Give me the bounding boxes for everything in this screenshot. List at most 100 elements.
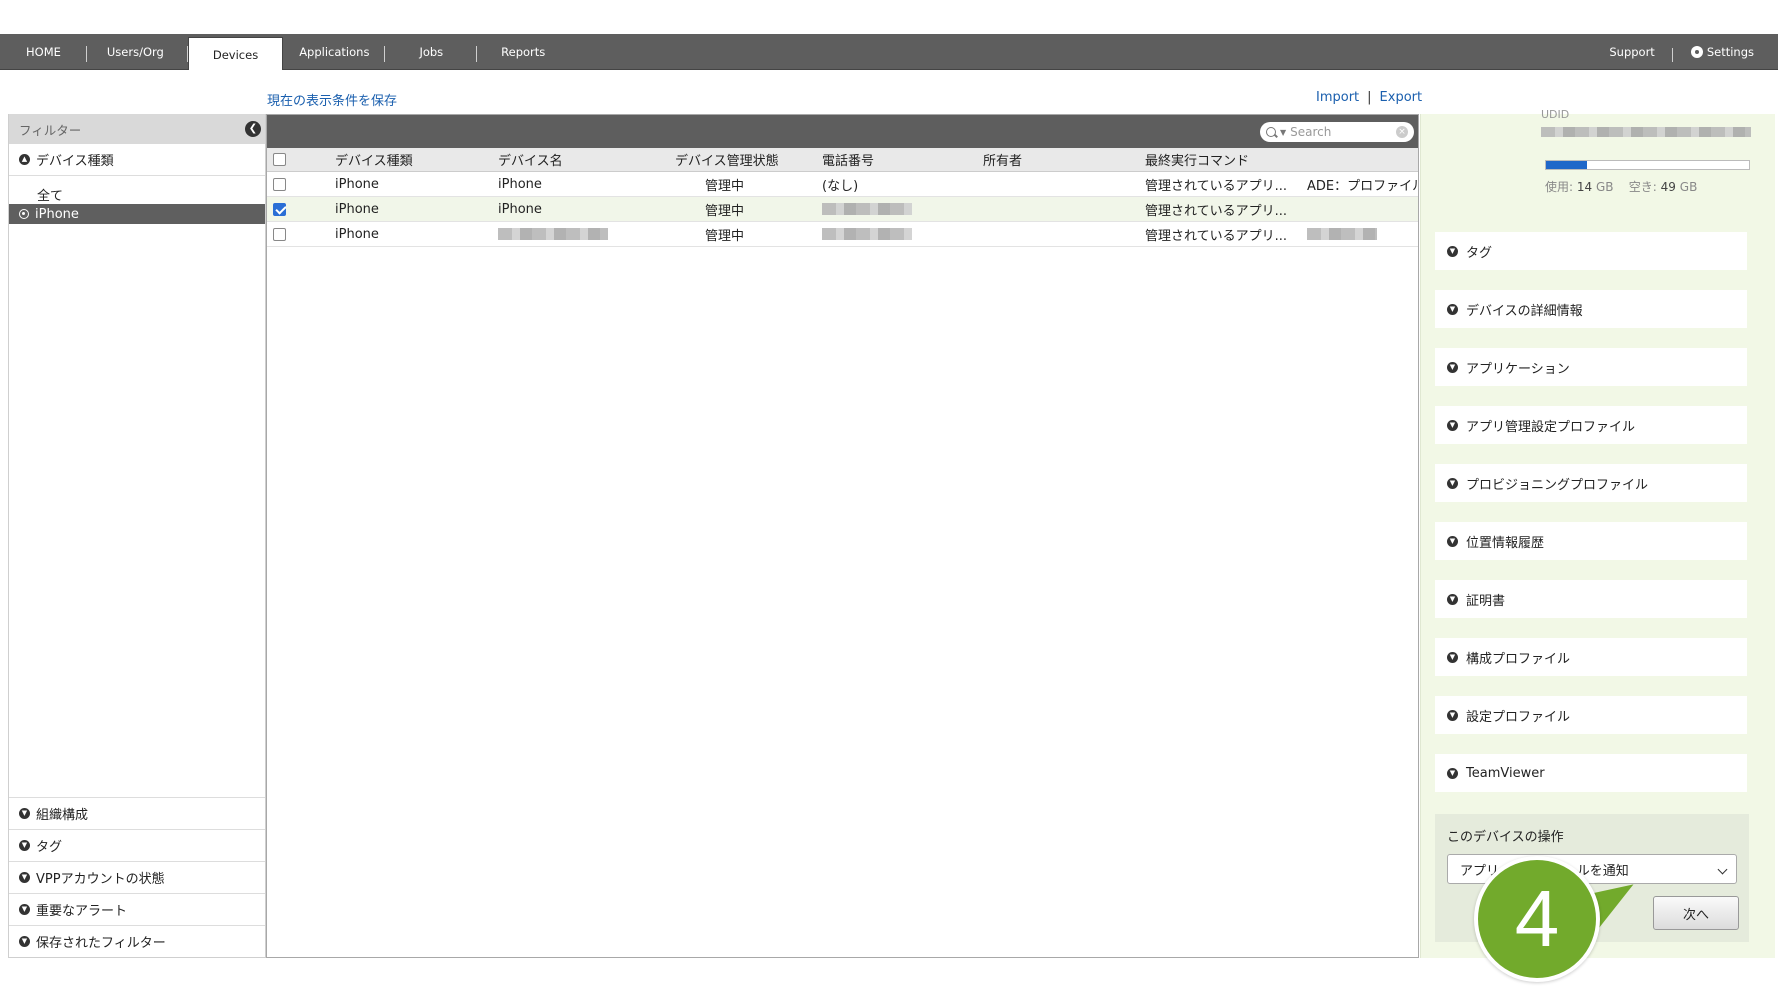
cell-device-name-redacted: [498, 222, 608, 246]
detail-section-label: プロビジョニングプロファイル: [1466, 477, 1649, 493]
tab-users-org[interactable]: Users/Org: [87, 34, 188, 70]
filter-option-iphone[interactable]: iPhone: [9, 204, 265, 224]
cell-last-command: 管理されているアプリ...: [1145, 228, 1288, 244]
detail-section-tag[interactable]: ▼ タグ: [1435, 232, 1747, 270]
import-link[interactable]: Import: [1316, 90, 1359, 105]
cell-device-name: iPhone: [498, 201, 542, 217]
table-row[interactable]: iPhone 管理中 管理されているアプリ...: [267, 222, 1418, 247]
redacted-block: [1307, 228, 1377, 240]
support-link[interactable]: Support: [1591, 45, 1674, 62]
chevron-down-icon: ▼: [1447, 709, 1458, 721]
cell-last-command: 管理されているアプリ...: [1145, 178, 1288, 194]
column-header-management-status[interactable]: デバイス管理状態: [675, 148, 779, 171]
detail-section-label: アプリ管理設定プロファイル: [1466, 419, 1636, 435]
column-header-owner[interactable]: 所有者: [983, 148, 1022, 171]
storage-used-value: 14: [1576, 180, 1593, 194]
storage-free-unit: GB: [1679, 180, 1698, 194]
row-checkbox[interactable]: [273, 172, 286, 196]
column-header-last-command[interactable]: 最終実行コマンド: [1145, 148, 1249, 171]
collapse-sidebar-icon[interactable]: ❮: [245, 121, 261, 137]
top-navigation-bar: HOME Users/Org Devices Applications Jobs…: [0, 34, 1778, 70]
filter-section-label: タグ: [36, 840, 63, 855]
detail-section-location-history[interactable]: ▼ 位置情報履歴: [1435, 522, 1747, 560]
table-row[interactable]: iPhone iPhone 管理中 (なし) 管理されているアプリ... ADE…: [267, 172, 1419, 197]
detail-section-config-profile[interactable]: ▼ 構成プロファイル: [1435, 638, 1747, 676]
redacted-block: [822, 228, 912, 240]
column-header-device-name[interactable]: デバイス名: [498, 148, 563, 171]
detail-section-provisioning-profile[interactable]: ▼ プロビジョニングプロファイル: [1435, 464, 1747, 502]
filter-section-label: 保存されたフィルター: [36, 936, 166, 951]
detail-section-teamviewer[interactable]: ▼ TeamViewer: [1435, 754, 1747, 792]
detail-section-label: 証明書: [1466, 593, 1506, 609]
filter-section-tag[interactable]: ▼ タグ: [9, 829, 265, 861]
filter-section-device-type[interactable]: ▲ デバイス種類: [9, 144, 265, 176]
column-header-device-type[interactable]: デバイス種類: [335, 148, 413, 171]
filter-option-all[interactable]: 全て: [9, 184, 265, 204]
detail-section-certificates[interactable]: ▼ 証明書: [1435, 580, 1747, 618]
cell-extra-redacted: [1307, 222, 1377, 246]
chevron-down-icon: ▼: [1447, 767, 1458, 779]
detail-section-label: 構成プロファイル: [1466, 651, 1571, 667]
chevron-down-icon: ▼: [1447, 535, 1458, 547]
chevron-down-icon: ▼: [1447, 477, 1458, 489]
cell-phone-redacted: [822, 197, 912, 221]
settings-link[interactable]: Settings: [1673, 45, 1754, 59]
search-dropdown-icon: ▼: [1280, 127, 1287, 137]
chevron-down-icon: ▼: [1447, 419, 1458, 431]
detail-section-label: タグ: [1466, 245, 1493, 261]
storage-used-unit: GB: [1595, 180, 1614, 194]
chevron-down-icon: ▼: [19, 872, 30, 883]
import-export-links: Import | Export: [1316, 90, 1422, 105]
table-row-selected[interactable]: iPhone iPhone 管理中 管理されているアプリ...: [267, 197, 1418, 222]
detail-section-applications[interactable]: ▼ アプリケーション: [1435, 348, 1747, 386]
tab-jobs[interactable]: Jobs: [385, 34, 477, 70]
cell-device-name: iPhone: [498, 176, 542, 192]
tab-home[interactable]: HOME: [0, 34, 87, 70]
checkbox-checked-icon: [273, 202, 286, 216]
storage-free-label: 空き:: [1628, 180, 1657, 194]
next-button[interactable]: 次へ: [1653, 896, 1739, 930]
detail-section-device-details[interactable]: ▼ デバイスの詳細情報: [1435, 290, 1747, 328]
save-view-conditions-link[interactable]: 現在の表示条件を保存: [267, 90, 397, 109]
filter-section-alerts[interactable]: ▼ 重要なアラート: [9, 893, 265, 925]
chevron-down-icon: ▼: [1447, 245, 1458, 257]
row-checkbox[interactable]: [273, 222, 286, 246]
column-header-phone[interactable]: 電話番号: [822, 148, 874, 171]
search-icon: [1266, 127, 1276, 137]
filter-section-label: 組織構成: [36, 808, 89, 823]
filter-title: フィルター: [19, 122, 82, 138]
detail-section-label: アプリケーション: [1466, 361, 1570, 377]
detail-section-settings-profile[interactable]: ▼ 設定プロファイル: [1435, 696, 1747, 734]
detail-section-label: TeamViewer: [1466, 765, 1545, 781]
main-tabs: HOME Users/Org Devices Applications Jobs…: [0, 34, 569, 70]
gear-icon: [1690, 46, 1703, 58]
filter-section-org[interactable]: ▼ 組織構成: [9, 797, 265, 829]
link-separator: |: [1367, 90, 1372, 105]
checkbox-icon: [273, 227, 286, 241]
select-all-checkbox[interactable]: [273, 148, 286, 171]
detail-section-app-config-profile[interactable]: ▼ アプリ管理設定プロファイル: [1435, 406, 1747, 444]
filter-section-vpp[interactable]: ▼ VPPアカウントの状態: [9, 861, 265, 893]
row-checkbox[interactable]: [273, 197, 286, 221]
filter-section-label: VPPアカウントの状態: [36, 872, 165, 887]
redacted-block: [498, 228, 608, 240]
storage-used-label: 使用:: [1545, 180, 1574, 194]
tab-applications[interactable]: Applications: [283, 34, 386, 70]
search-box[interactable]: ▼ Search ×: [1260, 122, 1414, 142]
export-link[interactable]: Export: [1380, 90, 1423, 105]
table-header: デバイス種類 デバイス名 デバイス管理状態 電話番号 所有者 最終実行コマンド: [267, 148, 1418, 172]
filter-section-saved[interactable]: ▼ 保存されたフィルター: [9, 925, 265, 957]
search-input[interactable]: Search: [1290, 125, 1331, 139]
clear-search-icon[interactable]: ×: [1396, 126, 1408, 138]
chevron-down-icon: ▼: [19, 808, 30, 819]
chevron-down-icon: ▼: [1447, 593, 1458, 605]
chevron-up-icon: ▲: [19, 154, 30, 165]
tab-devices[interactable]: Devices: [187, 37, 284, 70]
chevron-down-icon: ▼: [1447, 651, 1458, 663]
tab-reports[interactable]: Reports: [477, 34, 569, 70]
filter-sidebar: フィルター ❮ ▲ デバイス種類 全て iPhone ▼ 組織構成 ▼ タグ ▼ VP…: [8, 114, 266, 958]
checkbox-icon: [273, 177, 286, 191]
cell-management-status: 管理中: [705, 228, 745, 244]
step-number-badge: 4: [1474, 856, 1600, 982]
chevron-down-icon: ▼: [19, 840, 30, 851]
